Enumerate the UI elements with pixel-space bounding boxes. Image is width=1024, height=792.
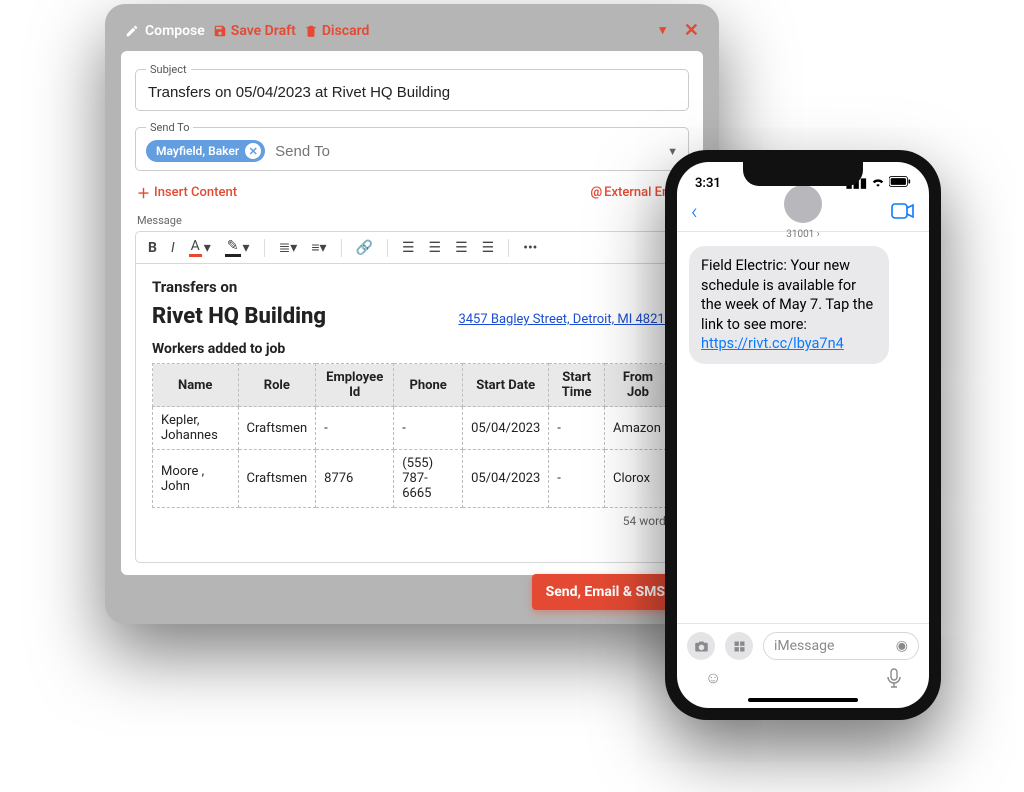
- font-color-button[interactable]: A▾: [189, 238, 211, 257]
- rte-body[interactable]: Transfers on Rivet HQ Building 3457 Bagl…: [135, 263, 689, 563]
- rte-toolbar: B I A▾ ✎▾ ≣▾ ≡▾ 🔗 ☰ ☰ ☰ ☰ •••: [135, 231, 689, 263]
- trash-icon: [304, 24, 318, 38]
- numbered-list-button[interactable]: ≡▾: [311, 239, 326, 256]
- mic-button[interactable]: [887, 668, 901, 692]
- send-to-fieldset: Send To Mayfield, Baker ✕ ▼: [135, 121, 689, 171]
- send-button-label: Send, Email & SMS: [546, 584, 665, 600]
- th-empid: Employee Id: [316, 364, 394, 407]
- compose-topbar: Compose Save Draft Discard ▾ ✕: [121, 20, 703, 51]
- apps-button[interactable]: [725, 632, 753, 660]
- message-link[interactable]: https://rivt.cc/lbya7n4: [701, 335, 844, 352]
- workers-table: Name Role Employee Id Phone Start Date S…: [152, 363, 672, 508]
- messages-header: ‹ 31001 ›: [677, 196, 929, 232]
- align-right-button[interactable]: ☰: [455, 240, 468, 256]
- save-draft-label: Save Draft: [231, 23, 296, 39]
- pencil-icon: [125, 24, 139, 38]
- collapse-icon[interactable]: ▾: [659, 23, 666, 38]
- send-to-input[interactable]: [273, 142, 659, 161]
- align-justify-button[interactable]: ☰: [482, 240, 495, 256]
- td: 8776: [316, 450, 394, 508]
- camera-button[interactable]: [687, 632, 715, 660]
- doc-workers-heading: Workers added to job: [152, 341, 672, 357]
- discard-label: Discard: [322, 23, 370, 39]
- td: 05/04/2023: [463, 407, 549, 450]
- word-count: 54 words: [152, 508, 672, 528]
- discard-button[interactable]: Discard: [304, 23, 370, 39]
- subject-legend: Subject: [146, 63, 191, 76]
- doc-transfers-on: Transfers on: [152, 278, 672, 296]
- compose-title-text: Compose: [145, 23, 205, 39]
- phone-bottom-bar: ☺: [677, 666, 929, 694]
- phone-screen: 3:31 ▮▮▮ ‹ 31001 › Field: [677, 162, 929, 708]
- recipient-chip[interactable]: Mayfield, Baker ✕: [146, 140, 265, 162]
- th-startdate: Start Date: [463, 364, 549, 407]
- highlight-button[interactable]: ✎▾: [225, 238, 250, 257]
- td: -: [549, 407, 605, 450]
- bold-button[interactable]: B: [148, 240, 157, 256]
- th-name: Name: [153, 364, 239, 407]
- dictation-icon[interactable]: ◉: [896, 638, 908, 654]
- home-indicator[interactable]: [748, 698, 858, 702]
- td: Craftsmen: [238, 407, 316, 450]
- doc-address-link[interactable]: 3457 Bagley Street, Detroit, MI 48216: [458, 312, 672, 327]
- save-icon: [213, 24, 227, 38]
- td: 05/04/2023: [463, 450, 549, 508]
- doc-building-title: Rivet HQ Building: [152, 304, 326, 329]
- compose-card: Subject Send To Mayfield, Baker ✕ ▼ ＋ In…: [121, 51, 703, 575]
- chevron-down-icon[interactable]: ▼: [667, 145, 678, 158]
- td: -: [316, 407, 394, 450]
- td: -: [549, 450, 605, 508]
- recipient-chip-label: Mayfield, Baker: [156, 144, 239, 158]
- message-bubble: Field Electric: Your new schedule is ava…: [689, 246, 889, 364]
- phone-mockup: 3:31 ▮▮▮ ‹ 31001 › Field: [665, 150, 941, 720]
- td: (555) 787-6665: [394, 450, 463, 508]
- message-input[interactable]: iMessage ◉: [763, 632, 919, 660]
- th-fromjob: From Job: [604, 364, 671, 407]
- phone-notch: [743, 162, 863, 186]
- td: Amazon: [604, 407, 671, 450]
- th-starttime: Start Time: [549, 364, 605, 407]
- subject-input[interactable]: [146, 83, 678, 102]
- td: Moore , John: [153, 450, 239, 508]
- table-row: Moore , John Craftsmen 8776 (555) 787-66…: [153, 450, 672, 508]
- compose-title: Compose: [125, 23, 205, 39]
- italic-button[interactable]: I: [171, 240, 175, 256]
- align-center-button[interactable]: ☰: [429, 240, 442, 256]
- insert-content-label: Insert Content: [154, 185, 237, 200]
- close-icon[interactable]: ✕: [684, 20, 699, 41]
- conversation: Field Electric: Your new schedule is ava…: [677, 232, 929, 623]
- message-input-placeholder: iMessage: [774, 638, 834, 654]
- td: -: [394, 407, 463, 450]
- bullet-list-button[interactable]: ≣▾: [279, 240, 298, 256]
- td: Kepler, Johannes: [153, 407, 239, 450]
- align-left-button[interactable]: ☰: [402, 240, 415, 256]
- sender-number: 31001: [786, 229, 814, 240]
- link-button[interactable]: 🔗: [356, 240, 373, 256]
- avatar[interactable]: [784, 185, 822, 223]
- send-to-legend: Send To: [146, 121, 193, 134]
- compose-window: Compose Save Draft Discard ▾ ✕ Subject S…: [105, 4, 719, 624]
- subject-fieldset: Subject: [135, 63, 689, 111]
- message-text: Field Electric: Your new schedule is ava…: [701, 257, 873, 333]
- th-role: Role: [238, 364, 316, 407]
- table-row: Kepler, Johannes Craftsmen - - 05/04/202…: [153, 407, 672, 450]
- insert-content-button[interactable]: ＋ Insert Content: [137, 183, 237, 202]
- message-input-area: iMessage ◉: [677, 623, 929, 666]
- save-draft-button[interactable]: Save Draft: [213, 23, 296, 39]
- chip-remove-icon[interactable]: ✕: [245, 143, 261, 159]
- td: Clorox: [604, 450, 671, 508]
- td: Craftsmen: [238, 450, 316, 508]
- emoji-button[interactable]: ☺: [705, 668, 721, 692]
- th-phone: Phone: [394, 364, 463, 407]
- message-label: Message: [137, 214, 689, 227]
- more-button[interactable]: •••: [523, 240, 537, 256]
